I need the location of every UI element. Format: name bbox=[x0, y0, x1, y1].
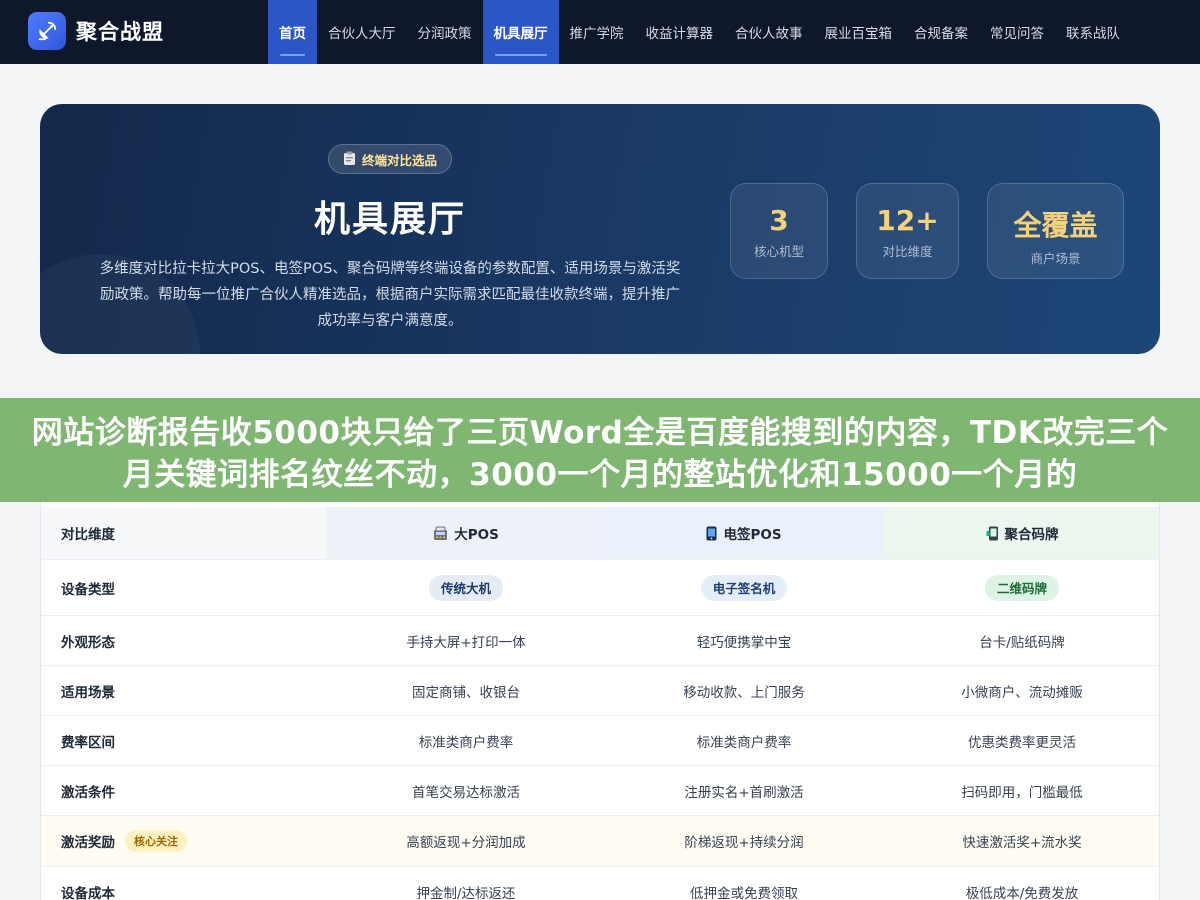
table-row: 外观形态 手持大屏+打印一体 轻巧便携掌中宝 台卡/贴纸码牌 bbox=[41, 615, 1159, 665]
nav-item-1[interactable]: 合伙人大厅 bbox=[317, 0, 407, 64]
stat-card-models: 3 核心机型 bbox=[730, 183, 828, 279]
header-label: 对比维度 bbox=[61, 527, 115, 543]
banner-text: 网站诊断报告收5000块只给了三页Word全是百度能搜到的内容，TDK改完三个月… bbox=[31, 415, 1169, 493]
nav-item-10[interactable]: 联系战队 bbox=[1055, 0, 1131, 64]
row-dimension: 费率区间 bbox=[41, 716, 327, 765]
dimension-label: 设备成本 bbox=[61, 885, 115, 900]
brand-name: 聚合战盟 bbox=[76, 20, 164, 44]
table-row: 激活条件 首笔交易达标激活 注册实名+首刷激活 扫码即用，门槛最低 bbox=[41, 765, 1159, 815]
table-cell: 二维码牌 bbox=[883, 560, 1159, 615]
mobile-pos-icon bbox=[706, 526, 717, 541]
stat-value: 3 bbox=[769, 204, 789, 237]
table-row: 费率区间 标准类商户费率 标准类商户费率 优惠类费率更灵活 bbox=[41, 715, 1159, 765]
nav-item-4[interactable]: 推广学院 bbox=[559, 0, 635, 64]
dimension-label: 设备类型 bbox=[61, 581, 115, 598]
table-cell: 优惠类费率更灵活 bbox=[968, 734, 1076, 751]
hero-intro: 终端对比选品 机具展厅 多维度对比拉卡拉大POS、电签POS、聚合码牌等终端设备… bbox=[70, 144, 710, 334]
dimension-label: 费率区间 bbox=[61, 734, 115, 751]
nav-item-2[interactable]: 分润政策 bbox=[407, 0, 483, 64]
table-row: 设备类型 传统大机 电子签名机 二维码牌 bbox=[41, 559, 1159, 615]
header-big-pos: 大POS bbox=[327, 507, 605, 559]
table-cell: 极低成本/免费发放 bbox=[965, 885, 1079, 900]
table-cell: 注册实名+首刷激活 bbox=[684, 784, 804, 801]
stat-label: 商户场景 bbox=[1030, 251, 1081, 266]
table-cell: 扫码即用，门槛最低 bbox=[961, 784, 1083, 801]
qr-stand-icon bbox=[986, 526, 999, 541]
dimension-label: 适用场景 bbox=[61, 684, 115, 701]
table-cell: 台卡/贴纸码牌 bbox=[979, 634, 1065, 651]
table-row: 激活奖励 核心关注 高额返现+分润加成 阶梯返现+持续分润 快速激活奖+流水奖 bbox=[41, 815, 1159, 866]
nav-item-9[interactable]: 常见问答 bbox=[979, 0, 1055, 64]
table-cell: 电子签名机 bbox=[605, 560, 883, 615]
table-cell: 手持大屏+打印一体 bbox=[406, 634, 526, 651]
table-cell: 移动收款、上门服务 bbox=[683, 684, 805, 701]
nav-item-3[interactable]: 机具展厅 bbox=[482, 0, 559, 64]
nav-item-7[interactable]: 展业百宝箱 bbox=[814, 0, 904, 64]
stat-value: 12+ bbox=[876, 204, 939, 237]
clipboard-icon bbox=[343, 151, 356, 168]
hero-tag-label: 终端对比选品 bbox=[361, 152, 437, 168]
table-cell: 标准类商户费率 bbox=[418, 734, 514, 751]
table-row: 设备成本 押金制/达标返还 低押金或免费领取 极低成本/免费发放 bbox=[41, 866, 1159, 900]
stat-card-scenes: 全覆盖 商户场景 bbox=[987, 183, 1124, 279]
table-cell: 首笔交易达标激活 bbox=[412, 784, 520, 801]
nav-item-5[interactable]: 收益计算器 bbox=[635, 0, 725, 64]
table-cell: 传统大机 bbox=[327, 560, 605, 615]
table-cell: 标准类商户费率 bbox=[696, 734, 792, 751]
nav-item-6[interactable]: 合伙人故事 bbox=[724, 0, 814, 64]
overlay-banner: 网站诊断报告收5000块只给了三页Word全是百度能搜到的内容，TDK改完三个月… bbox=[0, 398, 1200, 502]
header-qr-stand: 聚合码牌 bbox=[883, 507, 1159, 559]
header-label: 大POS bbox=[454, 527, 499, 543]
device-type-pill: 传统大机 bbox=[428, 574, 503, 601]
row-dimension: 适用场景 bbox=[41, 666, 327, 715]
dimension-label: 激活条件 bbox=[61, 784, 115, 801]
table-cell: 小微商户、流动摊贩 bbox=[961, 684, 1083, 701]
header-label: 聚合码牌 bbox=[1004, 527, 1059, 543]
table-cell: 押金制/达标返还 bbox=[416, 885, 516, 900]
hero-description: 多维度对比拉卡拉大POS、电签POS、聚合码牌等终端设备的参数配置、适用场景与激… bbox=[99, 261, 681, 329]
comparison-table: 对比维度 大POS 电签POS 聚合码牌 设备类型 传统大机 电子签名机 二维码牌外观… bbox=[40, 462, 1160, 900]
header-dimension: 对比维度 bbox=[41, 507, 327, 559]
header-label: 电签POS bbox=[723, 527, 782, 543]
pos-terminal-icon bbox=[433, 526, 448, 541]
header-mobile-pos: 电签POS bbox=[605, 507, 883, 559]
row-dimension: 外观形态 bbox=[41, 616, 327, 665]
row-dimension: 激活奖励 核心关注 bbox=[41, 816, 327, 866]
row-dimension: 设备成本 bbox=[41, 867, 327, 900]
table-cell: 固定商铺、收银台 bbox=[412, 684, 520, 701]
stat-label: 核心机型 bbox=[753, 244, 804, 259]
row-dimension: 设备类型 bbox=[41, 560, 327, 615]
dimension-label: 激活奖励 bbox=[61, 835, 115, 851]
satellite-dish-icon bbox=[28, 12, 66, 50]
row-dimension: 激活条件 bbox=[41, 766, 327, 815]
table-row: 适用场景 固定商铺、收银台 移动收款、上门服务 小微商户、流动摊贩 bbox=[41, 665, 1159, 715]
table-cell: 快速激活奖+流水奖 bbox=[962, 835, 1082, 851]
nav-item-0[interactable]: 首页 bbox=[268, 0, 317, 64]
table-cell: 高额返现+分润加成 bbox=[406, 835, 526, 851]
stat-value: 全覆盖 bbox=[1013, 209, 1098, 242]
table-cell: 阶梯返现+持续分润 bbox=[684, 835, 804, 851]
brand[interactable]: 聚合战盟 bbox=[28, 12, 164, 50]
table-cell: 低押金或免费领取 bbox=[690, 885, 798, 900]
stat-card-dimensions: 12+ 对比维度 bbox=[856, 183, 959, 279]
device-type-pill: 电子签名机 bbox=[700, 574, 788, 601]
table-header-row: 对比维度 大POS 电签POS 聚合码牌 bbox=[41, 507, 1159, 559]
device-type-pill: 二维码牌 bbox=[984, 574, 1059, 601]
top-nav-bar: 聚合战盟 首页 合伙人大厅 分润政策 机具展厅 推广学院 收益计算器 合伙人故事 展业百宝箱合… bbox=[0, 0, 1200, 64]
core-focus-badge: 核心关注 bbox=[125, 830, 187, 852]
hero-tag: 终端对比选品 bbox=[327, 144, 452, 174]
nav-menu: 首页 合伙人大厅 分润政策 机具展厅 推广学院 收益计算器 合伙人故事 展业百宝箱 合规备案 常见… bbox=[268, 0, 1131, 64]
hero-section: 终端对比选品 机具展厅 多维度对比拉卡拉大POS、电签POS、聚合码牌等终端设备… bbox=[40, 104, 1160, 354]
stat-label: 对比维度 bbox=[882, 244, 933, 259]
table-cell: 轻巧便携掌中宝 bbox=[696, 634, 792, 651]
dimension-label: 外观形态 bbox=[61, 634, 115, 651]
nav-item-8[interactable]: 合规备案 bbox=[903, 0, 979, 64]
page-title: 机具展厅 bbox=[313, 199, 466, 240]
